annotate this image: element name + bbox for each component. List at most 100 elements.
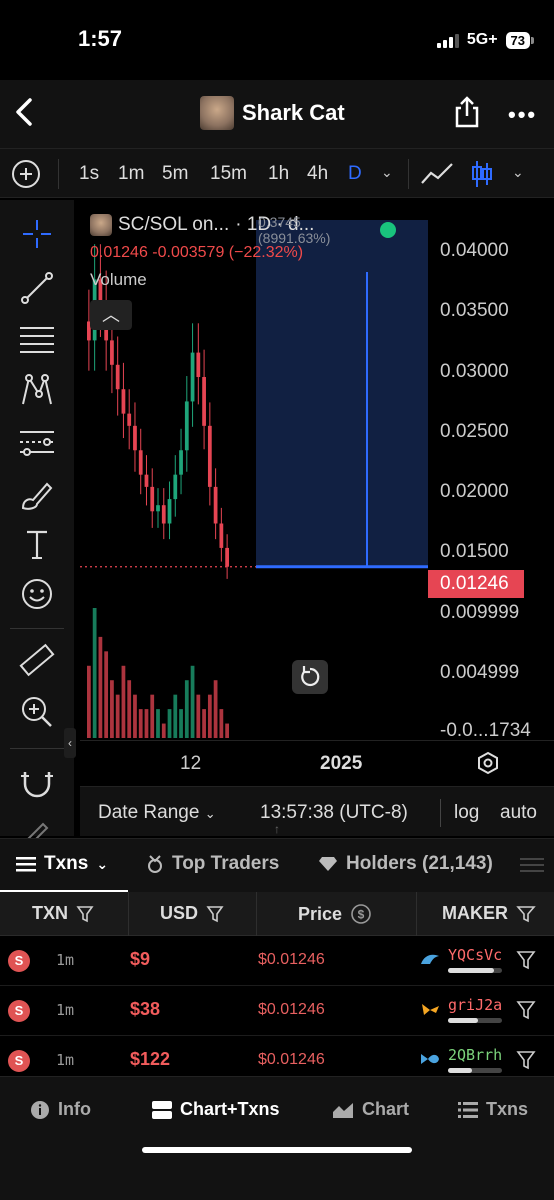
currency-toggle-icon[interactable]: $ <box>350 903 372 925</box>
time-axis[interactable]: 12 2025 <box>80 740 554 786</box>
timeframe-4h[interactable]: 4h <box>307 163 328 185</box>
chart-type-chevron-down-icon[interactable]: ⌄ <box>512 164 524 181</box>
sell-badge: S <box>8 1000 30 1022</box>
table-row[interactable]: S 1m $9 $0.01246 YQCsVc <box>0 936 554 986</box>
timeframe-15m[interactable]: 15m <box>210 163 247 185</box>
maker-address[interactable]: griJ2a <box>448 996 502 1014</box>
auto-scale-toggle[interactable]: auto <box>500 802 537 824</box>
chart-settings-icon[interactable] <box>476 751 500 775</box>
diamond-icon <box>319 857 337 871</box>
candle-body <box>115 364 120 390</box>
filter-icon[interactable] <box>516 905 536 923</box>
page-title: Shark Cat <box>242 100 345 125</box>
tab-holders[interactable]: Holders (21,143) <box>318 853 493 875</box>
measure-overlay-label: 0.3745 (8991.63%) <box>258 214 331 246</box>
maker-address[interactable]: YQCsVc <box>448 946 502 964</box>
timezone-clock[interactable]: 13:57:38 (UTC-8) <box>260 802 408 824</box>
bottom-nav: Info Chart+Txns Chart Txns <box>0 1076 554 1200</box>
candle-body <box>207 425 212 487</box>
volume-bar <box>190 665 195 738</box>
pattern-icon[interactable] <box>17 370 57 410</box>
candle-body <box>173 474 178 500</box>
filter-maker-icon[interactable] <box>516 1000 536 1020</box>
brush-icon[interactable] <box>17 474 57 514</box>
volume-bar <box>184 680 189 738</box>
back-arrow-icon[interactable] <box>10 94 40 130</box>
col-txn-label: TXN <box>32 903 68 923</box>
candle-body <box>133 425 137 451</box>
col-usd[interactable]: USD <box>160 903 224 924</box>
tools-collapse-handle[interactable]: ‹ <box>64 728 76 758</box>
price-axis[interactable]: 0.04000 0.03500 0.03000 0.02500 0.02000 … <box>428 200 554 741</box>
volume-bar <box>133 694 137 738</box>
volume-bar <box>167 709 172 738</box>
volume-bar <box>179 709 183 738</box>
date-range-dropdown[interactable]: Date Range ⌄ <box>98 802 216 824</box>
nav-chart-label: Chart <box>362 1099 410 1119</box>
zoom-in-icon[interactable] <box>17 692 57 732</box>
trophy-icon <box>148 855 162 873</box>
volume-bar <box>92 608 97 738</box>
pair-avatar <box>90 214 112 236</box>
txn-price: $0.01246 <box>258 951 325 968</box>
nav-txns[interactable]: Txns <box>458 1099 528 1120</box>
list-icon <box>16 857 36 872</box>
volume-bar <box>202 709 206 738</box>
emoji-icon[interactable] <box>17 574 57 614</box>
nav-chart[interactable]: Chart <box>332 1099 409 1120</box>
line-chart-icon[interactable] <box>420 161 454 187</box>
volume-label: Volume <box>90 270 147 289</box>
filter-maker-icon[interactable] <box>516 1050 536 1070</box>
trend-line-icon[interactable] <box>17 268 57 308</box>
share-icon[interactable] <box>452 96 482 128</box>
info-icon <box>31 1100 49 1119</box>
tab-txns-label: Txns <box>44 853 89 874</box>
pair-label[interactable]: SC/SOL on... <box>118 214 229 236</box>
candlestick-icon[interactable] <box>470 159 494 189</box>
table-row[interactable]: S 1m $38 $0.01246 griJ2a <box>0 986 554 1036</box>
filter-icon[interactable] <box>76 905 94 923</box>
filter-icon[interactable] <box>206 905 224 923</box>
nav-chart-txns[interactable]: Chart+Txns <box>152 1099 280 1120</box>
ruler-icon[interactable] <box>17 640 57 680</box>
col-maker[interactable]: MAKER <box>442 903 536 924</box>
add-indicator-icon[interactable] <box>12 160 40 188</box>
ohlc-readout: 0.01246 -0.003579 (−22.32%) <box>90 244 304 261</box>
fib-retracement-icon[interactable] <box>17 320 57 360</box>
y-tick: -0.0...1734 <box>440 720 531 741</box>
filter-maker-icon[interactable] <box>516 950 536 970</box>
y-tick: 0.004999 <box>440 662 520 683</box>
more-options-icon[interactable]: ••• <box>508 102 537 128</box>
app-header: Shark Cat ••• <box>0 80 554 148</box>
table-row[interactable]: S 1m $122 $0.01246 2QBrrh <box>0 1036 554 1076</box>
timeframe-1m[interactable]: 1m <box>118 163 144 185</box>
timeframe-chevron-down-icon[interactable]: ⌄ <box>381 164 393 181</box>
text-tool-icon[interactable] <box>17 524 57 564</box>
status-time: 1:57 <box>78 26 123 51</box>
maker-address[interactable]: 2QBrrh <box>448 1046 502 1064</box>
collapse-legend-button[interactable]: ︿ <box>90 300 132 330</box>
tab-txns[interactable]: Txns ⌄ <box>16 853 108 875</box>
prediction-icon[interactable] <box>17 422 57 462</box>
timeframe-1h[interactable]: 1h <box>268 163 289 185</box>
timeframe-1s[interactable]: 1s <box>79 163 99 185</box>
nav-chart-txns-label: Chart+Txns <box>180 1099 280 1119</box>
nav-info[interactable]: Info <box>30 1099 91 1120</box>
volume-bar <box>87 665 91 738</box>
col-txn[interactable]: TXN <box>32 903 94 924</box>
col-price-label: Price <box>298 903 343 924</box>
timeframe-5m[interactable]: 5m <box>162 163 188 185</box>
split-icon <box>152 1100 172 1119</box>
crosshair-icon[interactable] <box>17 214 57 254</box>
log-scale-toggle[interactable]: log <box>454 802 479 824</box>
col-price[interactable]: Price $ <box>298 903 372 925</box>
reset-chart-button[interactable] <box>292 660 328 694</box>
txn-age: 1m <box>56 1001 75 1019</box>
more-tabs-icon[interactable] <box>520 855 544 875</box>
dolphin-icon <box>421 954 439 964</box>
timeframe-d[interactable]: D <box>348 163 362 185</box>
txn-age: 1m <box>56 951 75 969</box>
tab-top-traders[interactable]: Top Traders <box>146 853 279 875</box>
magnet-icon[interactable] <box>17 762 57 802</box>
volume-bar <box>138 709 143 738</box>
